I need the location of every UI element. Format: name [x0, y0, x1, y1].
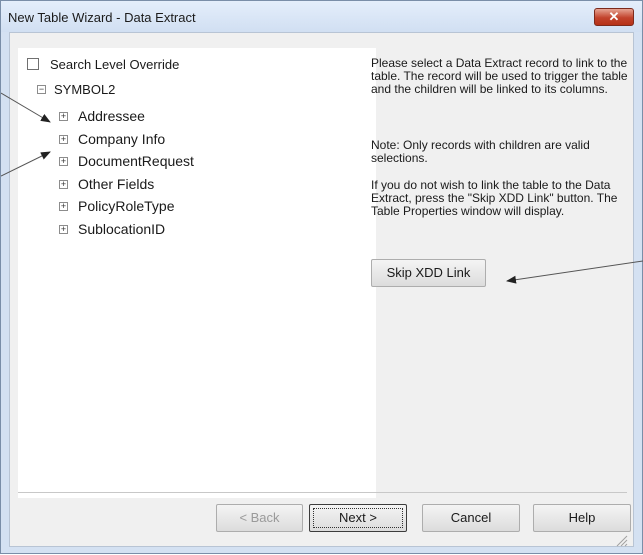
annotation-arrows [1, 92, 643, 284]
arrow-to-addressee [1, 92, 51, 123]
arrow-to-documentrequest [1, 151, 51, 177]
wizard-window: New Table Wizard - Data Extract ✕ Search… [0, 0, 643, 554]
arrow-to-skip-button [506, 260, 643, 284]
